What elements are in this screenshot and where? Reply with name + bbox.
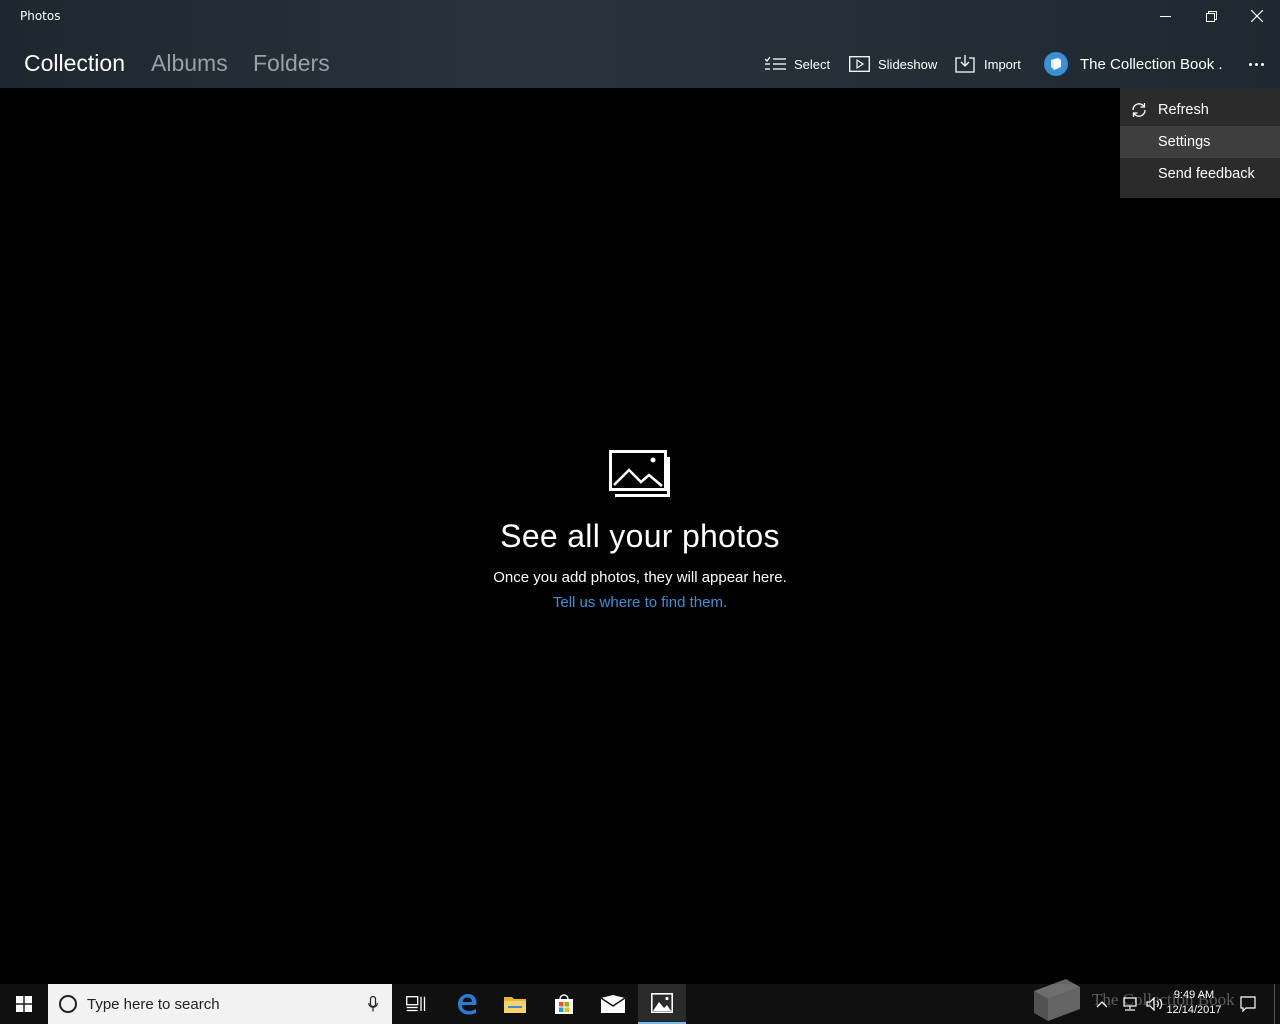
windows-logo-icon: [16, 996, 32, 1012]
minimize-button[interactable]: [1142, 0, 1188, 32]
system-tray: [1096, 984, 1164, 1024]
store-button[interactable]: [540, 984, 588, 1024]
task-view-button[interactable]: [392, 984, 440, 1024]
menu-item-label: Send feedback: [1158, 166, 1255, 182]
folder-icon: [504, 997, 526, 1013]
action-center-button[interactable]: [1240, 984, 1256, 1024]
task-view-icon: [406, 996, 426, 1012]
microphone-icon[interactable]: [368, 996, 378, 1012]
network-icon[interactable]: [1122, 997, 1138, 1011]
photos-taskbar-button[interactable]: [638, 984, 686, 1024]
empty-state-title: See all your photos: [500, 518, 780, 554]
book-icon: [1051, 58, 1061, 70]
refresh-icon: [1132, 103, 1146, 117]
taskbar-clock[interactable]: 9:49 AM 12/14/2017: [1156, 988, 1232, 1018]
taskbar-search[interactable]: Type here to search: [48, 984, 392, 1024]
account-button[interactable]: The Collection Book .: [1044, 50, 1223, 78]
account-name: The Collection Book .: [1080, 55, 1223, 73]
edge-browser-button[interactable]: [443, 984, 491, 1024]
store-bag-icon: [555, 994, 573, 1014]
close-button[interactable]: [1234, 0, 1280, 32]
mail-icon: [601, 995, 625, 1013]
notification-icon: [1240, 996, 1256, 1012]
app-header: Photos Collection Albums Folders Select …: [0, 0, 1280, 88]
more-options-menu: Refresh Settings Send feedback: [1120, 88, 1280, 198]
slideshow-button[interactable]: Slideshow: [849, 52, 937, 76]
book-watermark-icon: [1034, 979, 1080, 1021]
menu-item-refresh[interactable]: Refresh: [1120, 94, 1280, 126]
slideshow-label: Slideshow: [878, 56, 938, 72]
import-button[interactable]: Import: [955, 52, 1021, 76]
more-dot: [1260, 62, 1264, 66]
start-button[interactable]: [0, 984, 48, 1024]
clock-date: 12/14/2017: [1166, 1004, 1222, 1016]
minimize-icon: [1159, 15, 1171, 17]
more-dot: [1248, 62, 1252, 66]
slideshow-icon: [849, 56, 870, 72]
empty-state: See all your photos Once you add photos,…: [0, 450, 1280, 611]
photos-icon: [609, 450, 670, 497]
menu-item-send-feedback[interactable]: Send feedback: [1120, 158, 1280, 190]
menu-item-label: Refresh: [1158, 102, 1209, 118]
window-title: Photos: [20, 9, 61, 23]
more-dot: [1254, 62, 1258, 66]
menu-item-label: Settings: [1158, 134, 1211, 150]
menu-item-settings[interactable]: Settings: [1120, 126, 1280, 158]
file-explorer-button[interactable]: [491, 984, 539, 1024]
find-photos-link[interactable]: Tell us where to find them.: [553, 594, 727, 611]
chevron-up-icon[interactable]: [1096, 1000, 1108, 1008]
import-label: Import: [984, 56, 1021, 72]
edge-icon: [458, 994, 477, 1015]
import-icon: [955, 55, 975, 73]
restore-button[interactable]: [1188, 0, 1234, 32]
photos-app-icon: [651, 993, 673, 1013]
more-options-button[interactable]: [1244, 56, 1268, 72]
cortana-icon: [59, 995, 77, 1013]
empty-state-subtitle: Once you add photos, they will appear he…: [493, 569, 787, 586]
tab-collection[interactable]: Collection: [24, 50, 125, 77]
mail-button[interactable]: [589, 984, 637, 1024]
select-button[interactable]: Select: [765, 52, 830, 76]
show-desktop-button[interactable]: [1274, 984, 1280, 1024]
select-list-icon: [765, 56, 786, 70]
taskbar: Type here to search The Collection Book …: [0, 979, 1280, 1024]
search-placeholder: Type here to search: [87, 995, 220, 1013]
close-icon: [1251, 10, 1263, 22]
account-avatar: [1044, 52, 1068, 76]
select-label: Select: [794, 56, 831, 72]
tab-albums[interactable]: Albums: [151, 50, 228, 77]
tab-folders[interactable]: Folders: [253, 50, 330, 77]
restore-icon: [1205, 10, 1217, 22]
clock-time: 9:49 AM: [1173, 989, 1215, 1001]
